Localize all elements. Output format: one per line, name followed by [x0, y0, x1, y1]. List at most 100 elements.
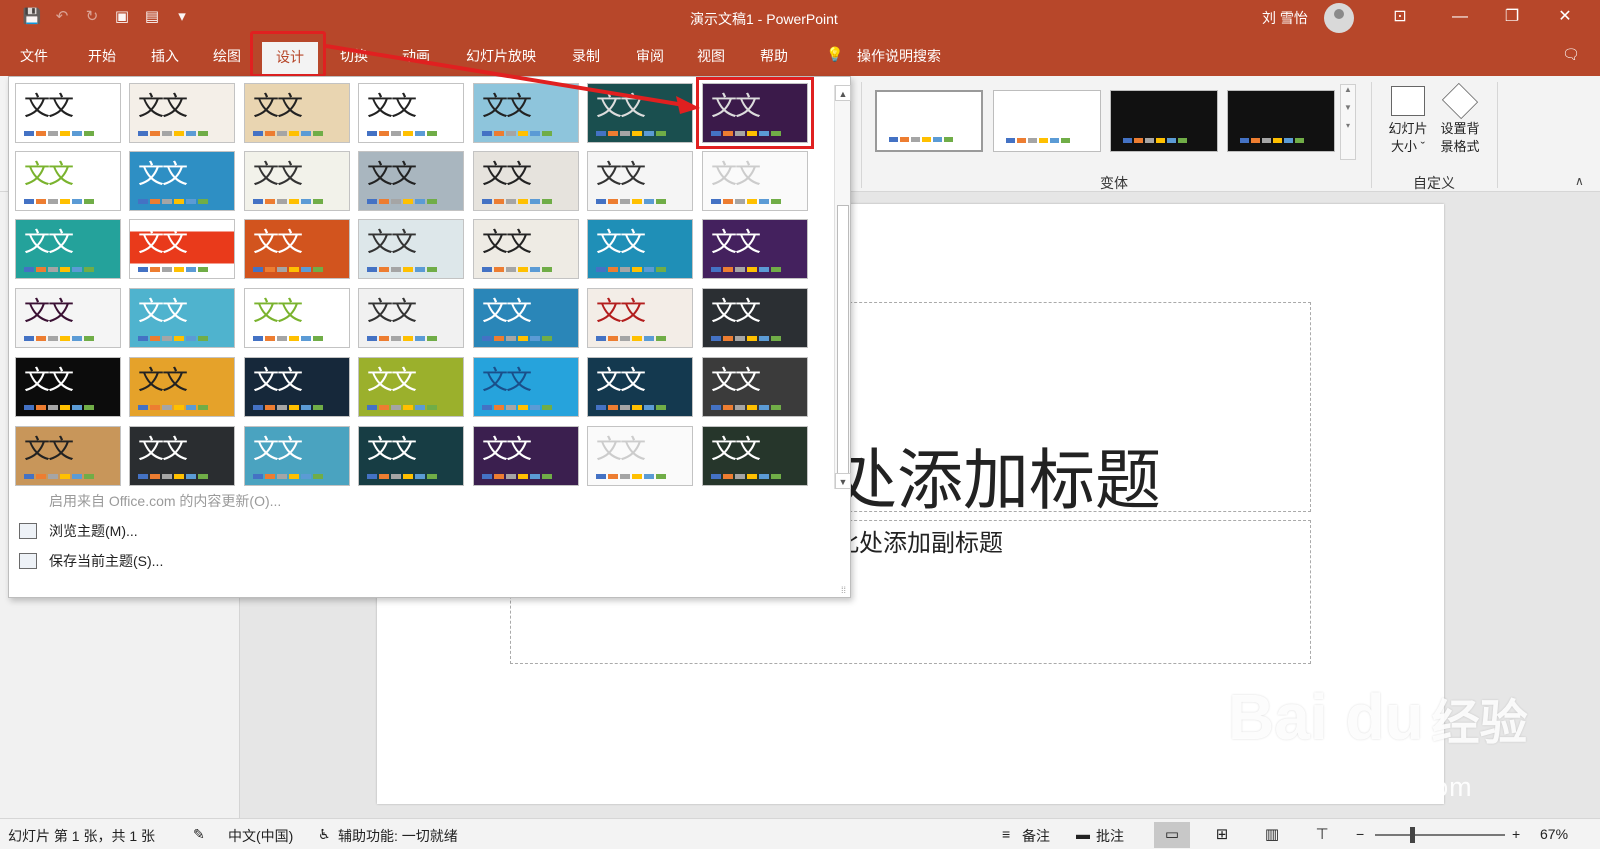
slide-counter[interactable]: 幻灯片 第 1 张，共 1 张 [8, 826, 155, 846]
comments-button[interactable]: 批注 [1096, 826, 1124, 846]
theme-thumbnail[interactable]: 文文 [244, 426, 350, 486]
theme-thumbnail[interactable]: 文文 [244, 357, 350, 417]
theme-thumbnail[interactable]: 文文 [244, 288, 350, 348]
slideshow-view-icon[interactable]: ⊤ [1304, 822, 1340, 848]
slide-icon[interactable]: ▤ [142, 7, 162, 27]
scroll-thumb[interactable] [837, 205, 849, 475]
language-indicator[interactable]: 中文(中国) [228, 826, 293, 846]
theme-thumbnail[interactable]: 文文 [587, 219, 693, 279]
tab-transitions[interactable]: 切换 [340, 46, 368, 66]
close-icon[interactable]: ✕ [1553, 5, 1577, 29]
tab-record[interactable]: 录制 [572, 46, 600, 66]
normal-view-icon[interactable]: ▭ [1154, 822, 1190, 848]
theme-thumbnail[interactable]: 文文 [587, 357, 693, 417]
theme-thumbnail[interactable]: 文文 [702, 151, 808, 211]
avatar[interactable] [1324, 3, 1354, 33]
theme-thumbnail[interactable]: 文文 [702, 357, 808, 417]
theme-thumbnail[interactable]: 文文 [473, 288, 579, 348]
theme-thumbnail[interactable]: 文文 [473, 151, 579, 211]
redo-icon[interactable]: ↻ [82, 7, 102, 27]
ribbon-display-icon[interactable]: ⊡ [1388, 5, 1412, 29]
theme-thumbnail[interactable]: 文文 [15, 219, 121, 279]
theme-thumbnail[interactable]: 文文 [244, 83, 350, 143]
theme-thumbnail[interactable]: 文文 [358, 219, 464, 279]
theme-thumbnail[interactable]: 文文 [129, 151, 235, 211]
theme-thumbnail[interactable]: 文文 [358, 288, 464, 348]
zoom-slider[interactable] [1375, 834, 1505, 836]
theme-thumbnail[interactable]: 文文 [15, 151, 121, 211]
theme-thumbnail[interactable]: 文文 [244, 219, 350, 279]
browse-themes-item[interactable]: 浏览主题(M)... [19, 521, 138, 541]
minimize-icon[interactable]: — [1448, 5, 1472, 29]
variant-4[interactable] [1227, 90, 1335, 152]
theme-thumbnail[interactable]: 文文 [129, 288, 235, 348]
tab-draw[interactable]: 绘图 [213, 46, 241, 66]
collapse-ribbon-icon[interactable]: ∧ [1575, 174, 1584, 188]
variant-3[interactable] [1110, 90, 1218, 152]
theme-thumbnail[interactable]: 文文 [129, 426, 235, 486]
theme-thumbnail[interactable]: 文文 [358, 357, 464, 417]
resize-grip-icon[interactable]: ⁞⁞ [841, 585, 846, 595]
theme-thumbnail[interactable]: 文文 [15, 288, 121, 348]
user-name[interactable]: 刘 雪怡 [1262, 8, 1308, 28]
comments-icon[interactable]: ▬ [1076, 826, 1090, 842]
theme-thumbnail[interactable]: 文文 [15, 426, 121, 486]
format-background-button[interactable]: 设置背 景格式 [1436, 82, 1484, 156]
save-icon[interactable]: 💾 [22, 7, 42, 27]
theme-thumbnail[interactable]: 文文 [587, 426, 693, 486]
save-theme-item[interactable]: 保存当前主题(S)... [19, 551, 163, 571]
tab-view[interactable]: 视图 [697, 46, 725, 66]
scroll-up-icon[interactable]: ▲ [835, 85, 851, 101]
gallery-scrollbar[interactable]: ▲ ▼ [834, 85, 851, 489]
zoom-in-button[interactable]: + [1512, 826, 1520, 842]
theme-thumbnail[interactable]: 文文 [702, 426, 808, 486]
theme-thumbnail[interactable]: 文文 [15, 357, 121, 417]
variant-2[interactable] [993, 90, 1101, 152]
present-icon[interactable]: ▣ [112, 7, 132, 27]
zoom-level[interactable]: 67% [1540, 826, 1568, 842]
restore-icon[interactable]: ❐ [1500, 5, 1524, 29]
slide-size-button[interactable]: 幻灯片 大小 ˇ [1384, 86, 1432, 156]
theme-thumbnail[interactable]: 文文 [696, 77, 814, 149]
tab-help[interactable]: 帮助 [760, 46, 788, 66]
customize-icon[interactable]: ▾ [172, 7, 192, 27]
undo-icon[interactable]: ↶ [52, 7, 72, 27]
slide-sorter-icon[interactable]: ⊞ [1204, 822, 1240, 848]
tell-me-search[interactable]: 操作说明搜索 [857, 46, 941, 66]
variant-1[interactable] [875, 90, 983, 152]
theme-thumbnail[interactable]: 文文 [473, 357, 579, 417]
theme-thumbnail[interactable]: 文文 [358, 83, 464, 143]
zoom-slider-thumb[interactable] [1410, 827, 1415, 843]
tab-file[interactable]: 文件 [20, 46, 48, 66]
theme-thumbnail[interactable]: 文文 [587, 151, 693, 211]
theme-thumbnail[interactable]: 文文 [473, 83, 579, 143]
comment-icon[interactable]: 🗨 [1562, 46, 1580, 63]
tab-animations[interactable]: 动画 [402, 46, 430, 66]
accessibility-status[interactable]: 辅助功能: 一切就绪 [338, 826, 458, 846]
theme-thumbnail[interactable]: 文文 [702, 219, 808, 279]
tab-insert[interactable]: 插入 [151, 46, 179, 66]
theme-thumbnail[interactable]: 文文 [702, 288, 808, 348]
theme-thumbnail[interactable]: 文文 [473, 219, 579, 279]
scroll-down-icon[interactable]: ▼ [835, 473, 851, 489]
reading-view-icon[interactable]: ▥ [1254, 822, 1290, 848]
theme-thumbnail[interactable]: 文文 [587, 288, 693, 348]
accessibility-icon[interactable]: ♿ [318, 826, 331, 843]
spelling-icon[interactable]: ✎ [193, 826, 205, 843]
theme-thumbnail[interactable]: 文文 [129, 219, 235, 279]
tab-slideshow[interactable]: 幻灯片放映 [466, 46, 536, 66]
theme-thumbnail[interactable]: 文文 [129, 83, 235, 143]
theme-thumbnail[interactable]: 文文 [587, 83, 693, 143]
theme-thumbnail[interactable]: 文文 [129, 357, 235, 417]
zoom-out-button[interactable]: − [1356, 826, 1364, 842]
tab-review[interactable]: 审阅 [636, 46, 664, 66]
theme-thumbnail[interactable]: 文文 [358, 151, 464, 211]
theme-thumbnail[interactable]: 文文 [473, 426, 579, 486]
notes-icon[interactable]: ≡ [1002, 826, 1010, 842]
theme-thumbnail[interactable]: 文文 [358, 426, 464, 486]
theme-thumbnail[interactable]: 文文 [15, 83, 121, 143]
tab-home[interactable]: 开始 [88, 46, 116, 66]
variants-scroll[interactable]: ▲ ▼ ▾ [1340, 84, 1356, 160]
theme-thumbnail[interactable]: 文文 [244, 151, 350, 211]
notes-button[interactable]: 备注 [1022, 826, 1050, 846]
